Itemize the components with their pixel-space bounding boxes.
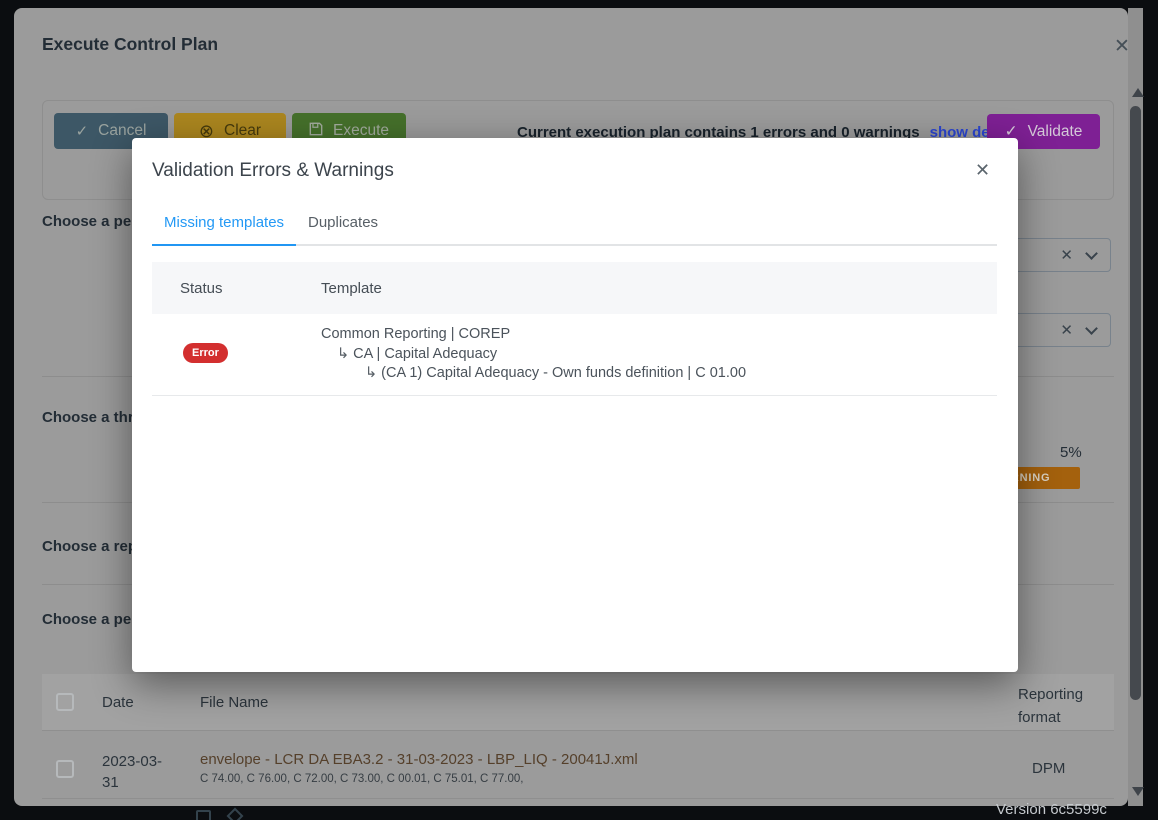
tab-missing-templates[interactable]: Missing templates [152, 214, 296, 243]
validate-button-label: Validate [1028, 123, 1083, 141]
scroll-down-arrow[interactable] [1132, 787, 1144, 796]
check-icon: ✓ [76, 122, 89, 140]
window-icon [196, 810, 211, 820]
tab-underline-active [152, 244, 296, 246]
template-level-3: ↳(CA 1) Capital Adequacy - Own funds def… [321, 364, 746, 384]
clear-selection-icon[interactable]: ✕ [1060, 321, 1073, 339]
column-header-status: Status [180, 280, 321, 297]
branch-arrow-icon: ↳ [337, 346, 349, 362]
tab-duplicates[interactable]: Duplicates [296, 214, 406, 243]
dialog-title: Validation Errors & Warnings [152, 160, 394, 182]
clear-selection-icon[interactable]: ✕ [1060, 246, 1073, 264]
file-name: envelope - LCR DA EBA3.2 - 31-03-2023 - … [200, 751, 638, 768]
scroll-up-arrow[interactable] [1132, 88, 1144, 97]
dialog-tabs: Missing templates Duplicates [152, 214, 406, 243]
branch-arrow-icon: ↳ [365, 365, 377, 381]
scrollbar-thumb[interactable] [1130, 106, 1141, 700]
validation-errors-dialog: Validation Errors & Warnings ✕ Missing t… [132, 138, 1018, 672]
select-all-checkbox[interactable] [56, 693, 74, 711]
threshold-percent: 5% [1060, 444, 1082, 461]
column-header-reporting-format: Reporting format [1018, 683, 1102, 729]
close-icon[interactable]: ✕ [975, 160, 990, 181]
version-label: Version 6c5599c [996, 801, 1107, 818]
file-templates-list: C 74.00, C 76.00, C 72.00, C 73.00, C 00… [200, 773, 523, 785]
chevron-down-icon[interactable] [1085, 322, 1098, 335]
table-divider [42, 798, 1114, 799]
validation-table-row[interactable]: Error Common Reporting | COREP ↳CA | Cap… [152, 314, 997, 396]
template-hierarchy: Common Reporting | COREP ↳CA | Capital A… [321, 325, 746, 384]
column-header-filename: File Name [200, 694, 268, 711]
validation-table-header: Status Template [152, 262, 997, 314]
layers-icon [227, 808, 244, 820]
template-level-2: ↳CA | Capital Adequacy [321, 345, 746, 365]
modal-title: Execute Control Plan [42, 34, 218, 55]
row-checkbox[interactable] [56, 760, 74, 778]
file-date: 2023-03-31 [102, 751, 168, 793]
column-header-date: Date [102, 694, 134, 711]
chevron-down-icon[interactable] [1085, 247, 1098, 260]
template-level-1: Common Reporting | COREP [321, 325, 746, 345]
file-reporting-format: DPM [1032, 760, 1065, 777]
error-status-badge: Error [183, 343, 228, 363]
table-divider [42, 730, 1114, 731]
column-header-template: Template [321, 280, 382, 297]
